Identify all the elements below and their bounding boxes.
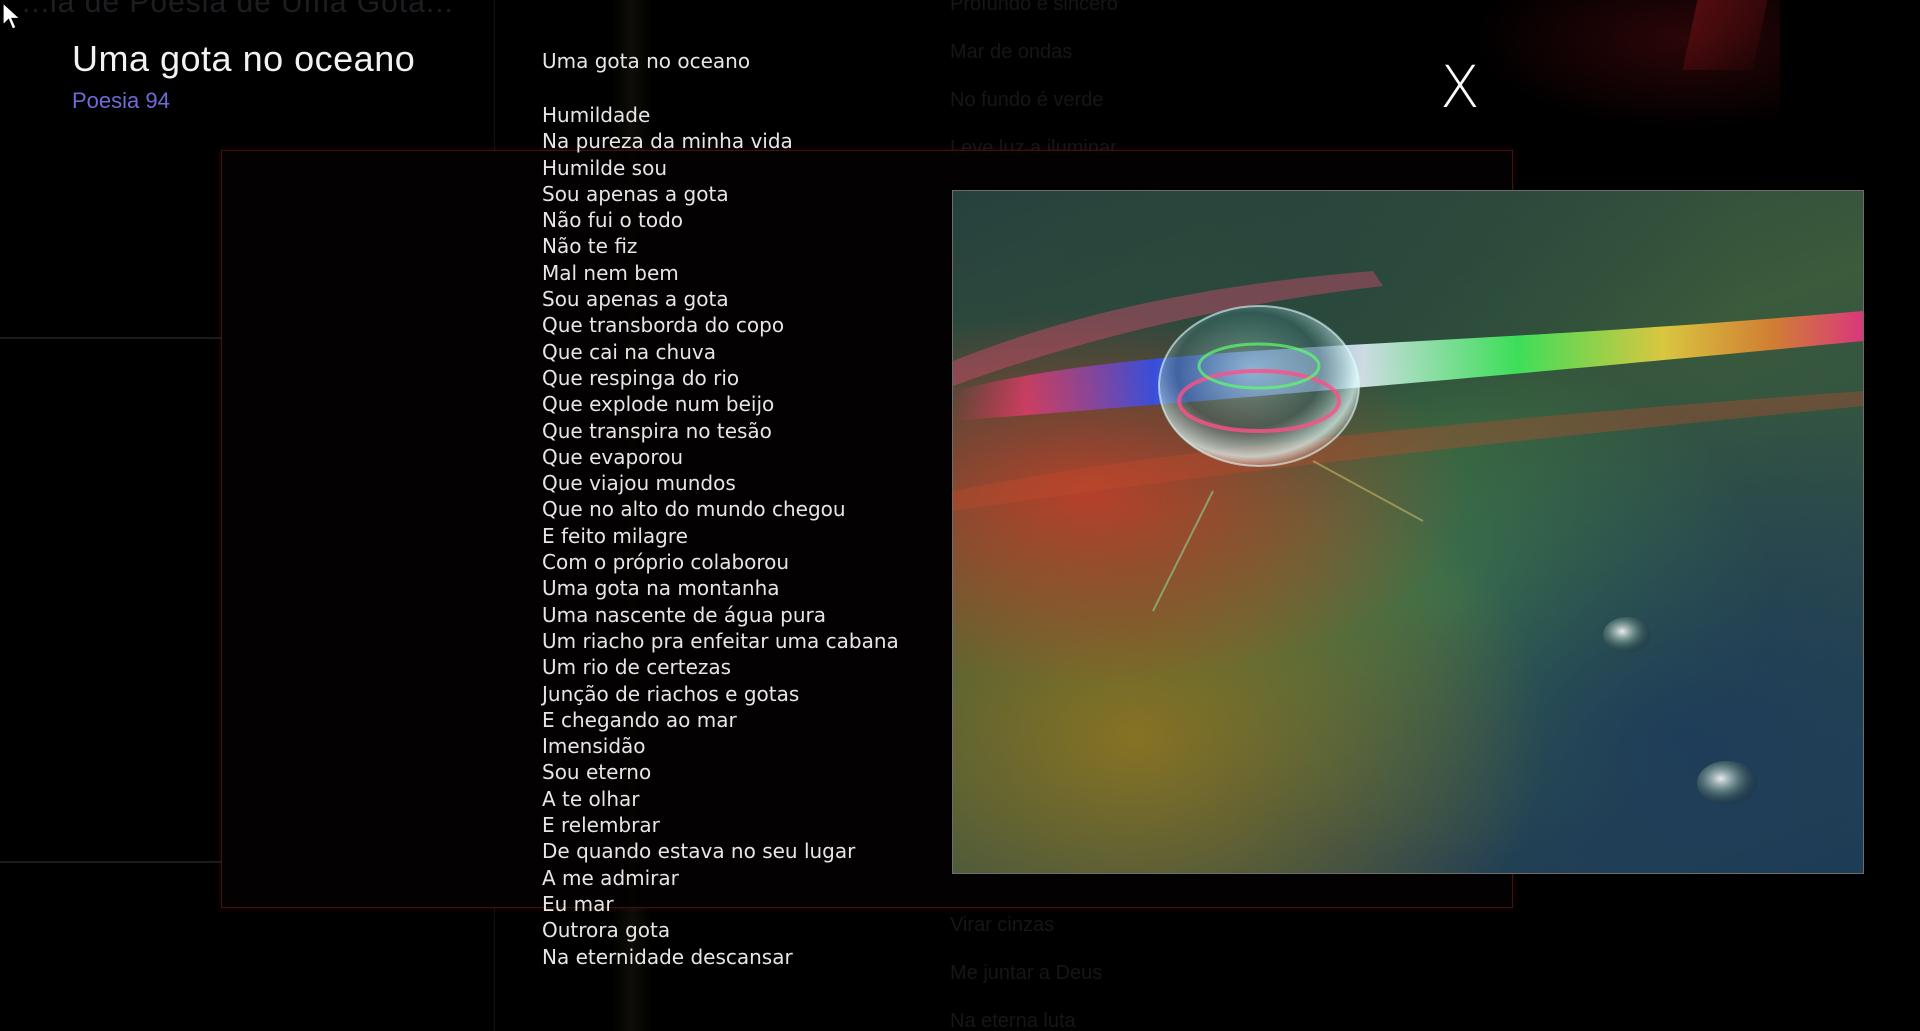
poem-line: Um rio de certezas xyxy=(542,655,732,680)
poem-line: Humildade xyxy=(542,103,651,127)
close-button[interactable]: X xyxy=(1440,58,1480,116)
poem-lines: Humildade Na pureza da minha vida Humilde … xyxy=(542,102,899,970)
poem-line: Sou apenas a gota xyxy=(542,287,729,312)
poem-line: A me admirar xyxy=(542,865,679,890)
poem-title: Uma gota no oceano xyxy=(72,38,416,79)
poem-line: Não fui o todo xyxy=(542,208,684,233)
poem-line: Que no alto do mundo chegou xyxy=(542,497,846,522)
poem-line: Imensidão xyxy=(542,734,646,759)
poem-line: Na eternidade descansar xyxy=(542,944,793,969)
poem-line: Outrora gota xyxy=(542,918,671,943)
poem-line: E feito milagre xyxy=(542,523,688,548)
background-list-item[interactable]: No fundo é verde xyxy=(950,76,1118,124)
mouse-pointer-icon xyxy=(2,1,24,37)
poem-line: Mal nem bem xyxy=(542,260,679,285)
poem-line: Que cai na chuva xyxy=(542,339,716,364)
poem-body: Uma gota no oceano Humildade Na pureza da… xyxy=(542,48,899,970)
poem-image xyxy=(952,190,1864,874)
background-logo-mark xyxy=(1682,0,1768,70)
background-list-bottom: Virar cinzas Me juntar a Deus Na eterna … xyxy=(950,901,1102,1031)
poem-line: Sou apenas a gota xyxy=(542,181,729,206)
poem-line: Uma gota na montanha xyxy=(542,576,780,601)
background-list-item[interactable]: Mar de ondas xyxy=(950,28,1118,76)
poem-line: De quando estava no seu lugar xyxy=(542,839,856,864)
background-list-item[interactable]: Profundo e sincero xyxy=(950,0,1118,28)
poem-line: Que evaporou xyxy=(542,444,684,469)
poem-line: Que viajou mundos xyxy=(542,471,736,496)
poem-line: Que transborda do copo xyxy=(542,313,785,338)
poem-line: Que transpira no tesão xyxy=(542,418,772,443)
poem-line: Com o próprio colaborou xyxy=(542,550,790,575)
poem-line: Sou eterno xyxy=(542,760,652,785)
poem-line: Que explode num beijo xyxy=(542,392,775,417)
background-rule-top xyxy=(0,337,222,339)
poem-line: Junção de riachos e gotas xyxy=(542,681,800,706)
poem-line: Na pureza da minha vida xyxy=(542,129,793,154)
stage: ...ia de Poesia de Uma Gota... Profundo … xyxy=(0,0,1920,1031)
poem-heading: Uma gota no oceano xyxy=(542,49,751,73)
poem-line: E relembrar xyxy=(542,813,660,838)
poem-line: Humilde sou xyxy=(542,155,667,180)
poem-line: Que respinga do rio xyxy=(542,365,740,390)
poem-line: Não te fiz xyxy=(542,234,638,259)
background-list-item[interactable]: Na eterna luta xyxy=(950,997,1102,1031)
background-list-item[interactable]: Me juntar a Deus xyxy=(950,949,1102,997)
background-list-item[interactable]: Virar cinzas xyxy=(950,901,1102,949)
poem-line: Eu mar xyxy=(542,891,614,916)
poem-line: Uma nascente de água pura xyxy=(542,602,827,627)
poem-line: Um riacho pra enfeitar uma cabana xyxy=(542,628,899,653)
background-rule-bottom xyxy=(0,861,222,863)
background-title: ...ia de Poesia de Uma Gota... xyxy=(22,0,454,19)
background-list-top: Profundo e sincero Mar de ondas No fundo… xyxy=(950,0,1118,172)
water-drop-illustration xyxy=(953,271,1863,805)
poem-line: A te olhar xyxy=(542,786,640,811)
poem-number: Poesia 94 xyxy=(72,88,170,113)
poem-line: E chegando ao mar xyxy=(542,707,737,732)
